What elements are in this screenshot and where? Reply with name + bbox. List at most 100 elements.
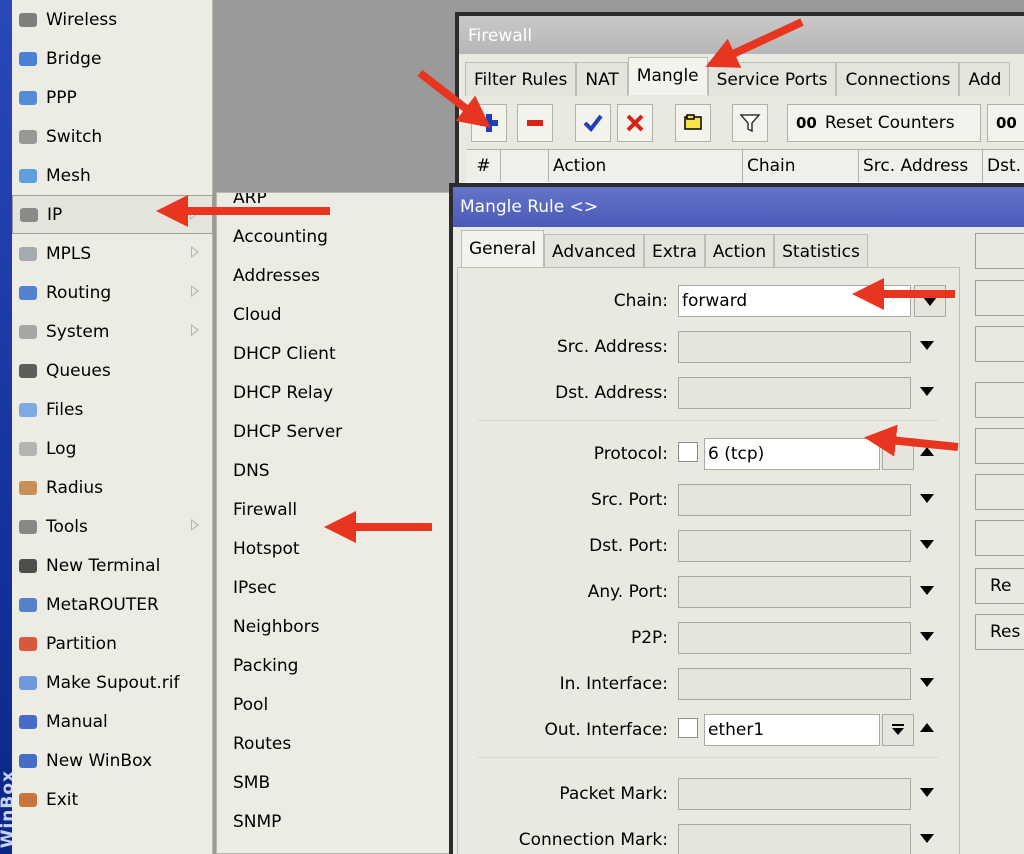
main-menu-item-exit[interactable]: Exit	[12, 780, 213, 819]
add-button[interactable]	[471, 104, 507, 142]
column-header-chain[interactable]: Chain	[743, 150, 859, 182]
ip-submenu-item-pool[interactable]: Pool	[233, 686, 268, 725]
main-menu-item-switch[interactable]: Switch	[12, 117, 213, 156]
main-menu-item-system[interactable]: System	[12, 312, 213, 351]
chain-dropdown-button[interactable]	[914, 285, 946, 317]
main-menu-item-make-supout-rif[interactable]: Make Supout.rif	[12, 663, 213, 702]
main-menu-item-routing[interactable]: Routing	[12, 273, 213, 312]
ip-submenu-item-dns[interactable]: DNS	[233, 452, 270, 491]
main-menu-item-partition[interactable]: Partition	[12, 624, 213, 663]
dst-port-dropdown-icon[interactable]	[920, 540, 934, 549]
ip-submenu-item-routes[interactable]: Routes	[233, 725, 291, 764]
dialog-side-button[interactable]	[975, 233, 1024, 269]
dst-port-input[interactable]	[678, 530, 911, 562]
dialog-side-button[interactable]	[975, 474, 1024, 510]
p2p-input[interactable]	[678, 622, 911, 654]
firewall-tab-filter-rules[interactable]: Filter Rules	[465, 62, 577, 96]
column-header-number[interactable]: #	[467, 150, 501, 182]
column-header-flags[interactable]	[501, 150, 549, 182]
main-menu-item-queues[interactable]: Queues	[12, 351, 213, 390]
filter-button[interactable]	[732, 104, 768, 142]
out-interface-input[interactable]: ether1	[704, 714, 880, 746]
mangle-tab-action[interactable]: Action	[704, 234, 775, 268]
out-interface-collapse-icon[interactable]	[920, 723, 934, 732]
chain-input[interactable]: forward	[678, 285, 911, 317]
ip-submenu-item-dhcp-client[interactable]: DHCP Client	[233, 335, 336, 374]
comment-button[interactable]	[675, 104, 711, 142]
firewall-tab-connections[interactable]: Connections	[836, 62, 960, 96]
main-menu-item-log[interactable]: Log	[12, 429, 213, 468]
firewall-tab-mangle[interactable]: Mangle	[627, 57, 708, 95]
ip-submenu-item-arp[interactable]: ARP	[233, 193, 267, 218]
ip-submenu-item-dhcp-server[interactable]: DHCP Server	[233, 413, 342, 452]
disable-button[interactable]	[617, 104, 653, 142]
dialog-side-button[interactable]	[975, 280, 1024, 316]
dialog-side-button[interactable]	[975, 382, 1024, 418]
dst-address-dropdown-icon[interactable]	[920, 387, 934, 396]
src-port-dropdown-icon[interactable]	[920, 494, 934, 503]
firewall-tab-service-ports[interactable]: Service Ports	[707, 62, 837, 96]
any-port-dropdown-icon[interactable]	[920, 586, 934, 595]
main-menu-item-wireless[interactable]: Wireless	[12, 0, 213, 39]
dst-address-input[interactable]	[678, 377, 911, 409]
protocol-input[interactable]: 6 (tcp)	[704, 438, 880, 470]
column-header-src-address[interactable]: Src. Address	[859, 150, 983, 182]
ip-submenu-item-cloud[interactable]: Cloud	[233, 296, 282, 335]
dialog-side-button[interactable]: Res	[975, 614, 1024, 650]
main-menu-item-mpls[interactable]: MPLS	[12, 234, 213, 273]
protocol-dropdown-button[interactable]	[882, 438, 914, 470]
ip-submenu-item-ipsec[interactable]: IPsec	[233, 569, 277, 608]
dialog-side-button[interactable]: Re	[975, 568, 1024, 604]
ip-submenu-item-hotspot[interactable]: Hotspot	[233, 530, 300, 569]
mangle-tab-advanced[interactable]: Advanced	[544, 234, 644, 268]
ip-submenu-item-accounting[interactable]: Accounting	[233, 218, 328, 257]
protocol-negate-checkbox[interactable]	[678, 442, 698, 462]
column-header-dst[interactable]: Dst.	[983, 150, 1024, 182]
ip-submenu-item-dhcp-relay[interactable]: DHCP Relay	[233, 374, 333, 413]
mangle-tab-statistics[interactable]: Statistics	[774, 234, 868, 268]
out-interface-dropdown-button[interactable]	[882, 714, 914, 746]
dialog-side-button[interactable]	[975, 326, 1024, 362]
src-port-input[interactable]	[678, 484, 911, 516]
src-address-input[interactable]	[678, 331, 911, 363]
ip-submenu-item-addresses[interactable]: Addresses	[233, 257, 320, 296]
mangle-tab-extra[interactable]: Extra	[643, 234, 705, 268]
ip-submenu-item-snmp[interactable]: SNMP	[233, 803, 281, 842]
ip-submenu-item-smb[interactable]: SMB	[233, 764, 270, 803]
out-interface-negate-checkbox[interactable]	[678, 718, 698, 738]
protocol-collapse-icon[interactable]	[920, 447, 934, 456]
mangle-tab-general[interactable]: General	[461, 230, 544, 268]
main-menu-item-ip[interactable]: IP	[12, 195, 213, 234]
connection-mark-input[interactable]	[678, 824, 911, 854]
src-address-dropdown-icon[interactable]	[920, 341, 934, 350]
packet-mark-dropdown-icon[interactable]	[920, 788, 934, 797]
dialog-side-button[interactable]	[975, 428, 1024, 464]
main-menu-item-tools[interactable]: Tools	[12, 507, 213, 546]
firewall-tab-add[interactable]: Add	[959, 62, 1011, 96]
reset-counters-button[interactable]: 00 Reset Counters	[787, 104, 981, 142]
ip-submenu-item-firewall[interactable]: Firewall	[233, 491, 297, 530]
main-menu-item-metarouter[interactable]: MetaROUTER	[12, 585, 213, 624]
reset-all-counters-button[interactable]: 00	[987, 104, 1024, 142]
main-menu-item-mesh[interactable]: Mesh	[12, 156, 213, 195]
dialog-side-button[interactable]	[975, 520, 1024, 556]
in-interface-dropdown-icon[interactable]	[920, 678, 934, 687]
ip-submenu-item-neighbors[interactable]: Neighbors	[233, 608, 320, 647]
p2p-dropdown-icon[interactable]	[920, 632, 934, 641]
any-port-input[interactable]	[678, 576, 911, 608]
firewall-tab-nat[interactable]: NAT	[576, 62, 628, 96]
packet-mark-input[interactable]	[678, 778, 911, 810]
in-interface-input[interactable]	[678, 668, 911, 700]
remove-button[interactable]	[517, 104, 553, 142]
connection-mark-dropdown-icon[interactable]	[920, 834, 934, 843]
main-menu-item-files[interactable]: Files	[12, 390, 213, 429]
main-menu-item-new-terminal[interactable]: New Terminal	[12, 546, 213, 585]
main-menu-item-manual[interactable]: Manual	[12, 702, 213, 741]
column-header-action[interactable]: Action	[549, 150, 743, 182]
ip-submenu-item-packing[interactable]: Packing	[233, 647, 298, 686]
main-menu-item-radius[interactable]: Radius	[12, 468, 213, 507]
main-menu-item-new-winbox[interactable]: New WinBox	[12, 741, 213, 780]
main-menu-item-ppp[interactable]: PPP	[12, 78, 213, 117]
enable-button[interactable]	[575, 104, 611, 142]
main-menu-item-bridge[interactable]: Bridge	[12, 39, 213, 78]
